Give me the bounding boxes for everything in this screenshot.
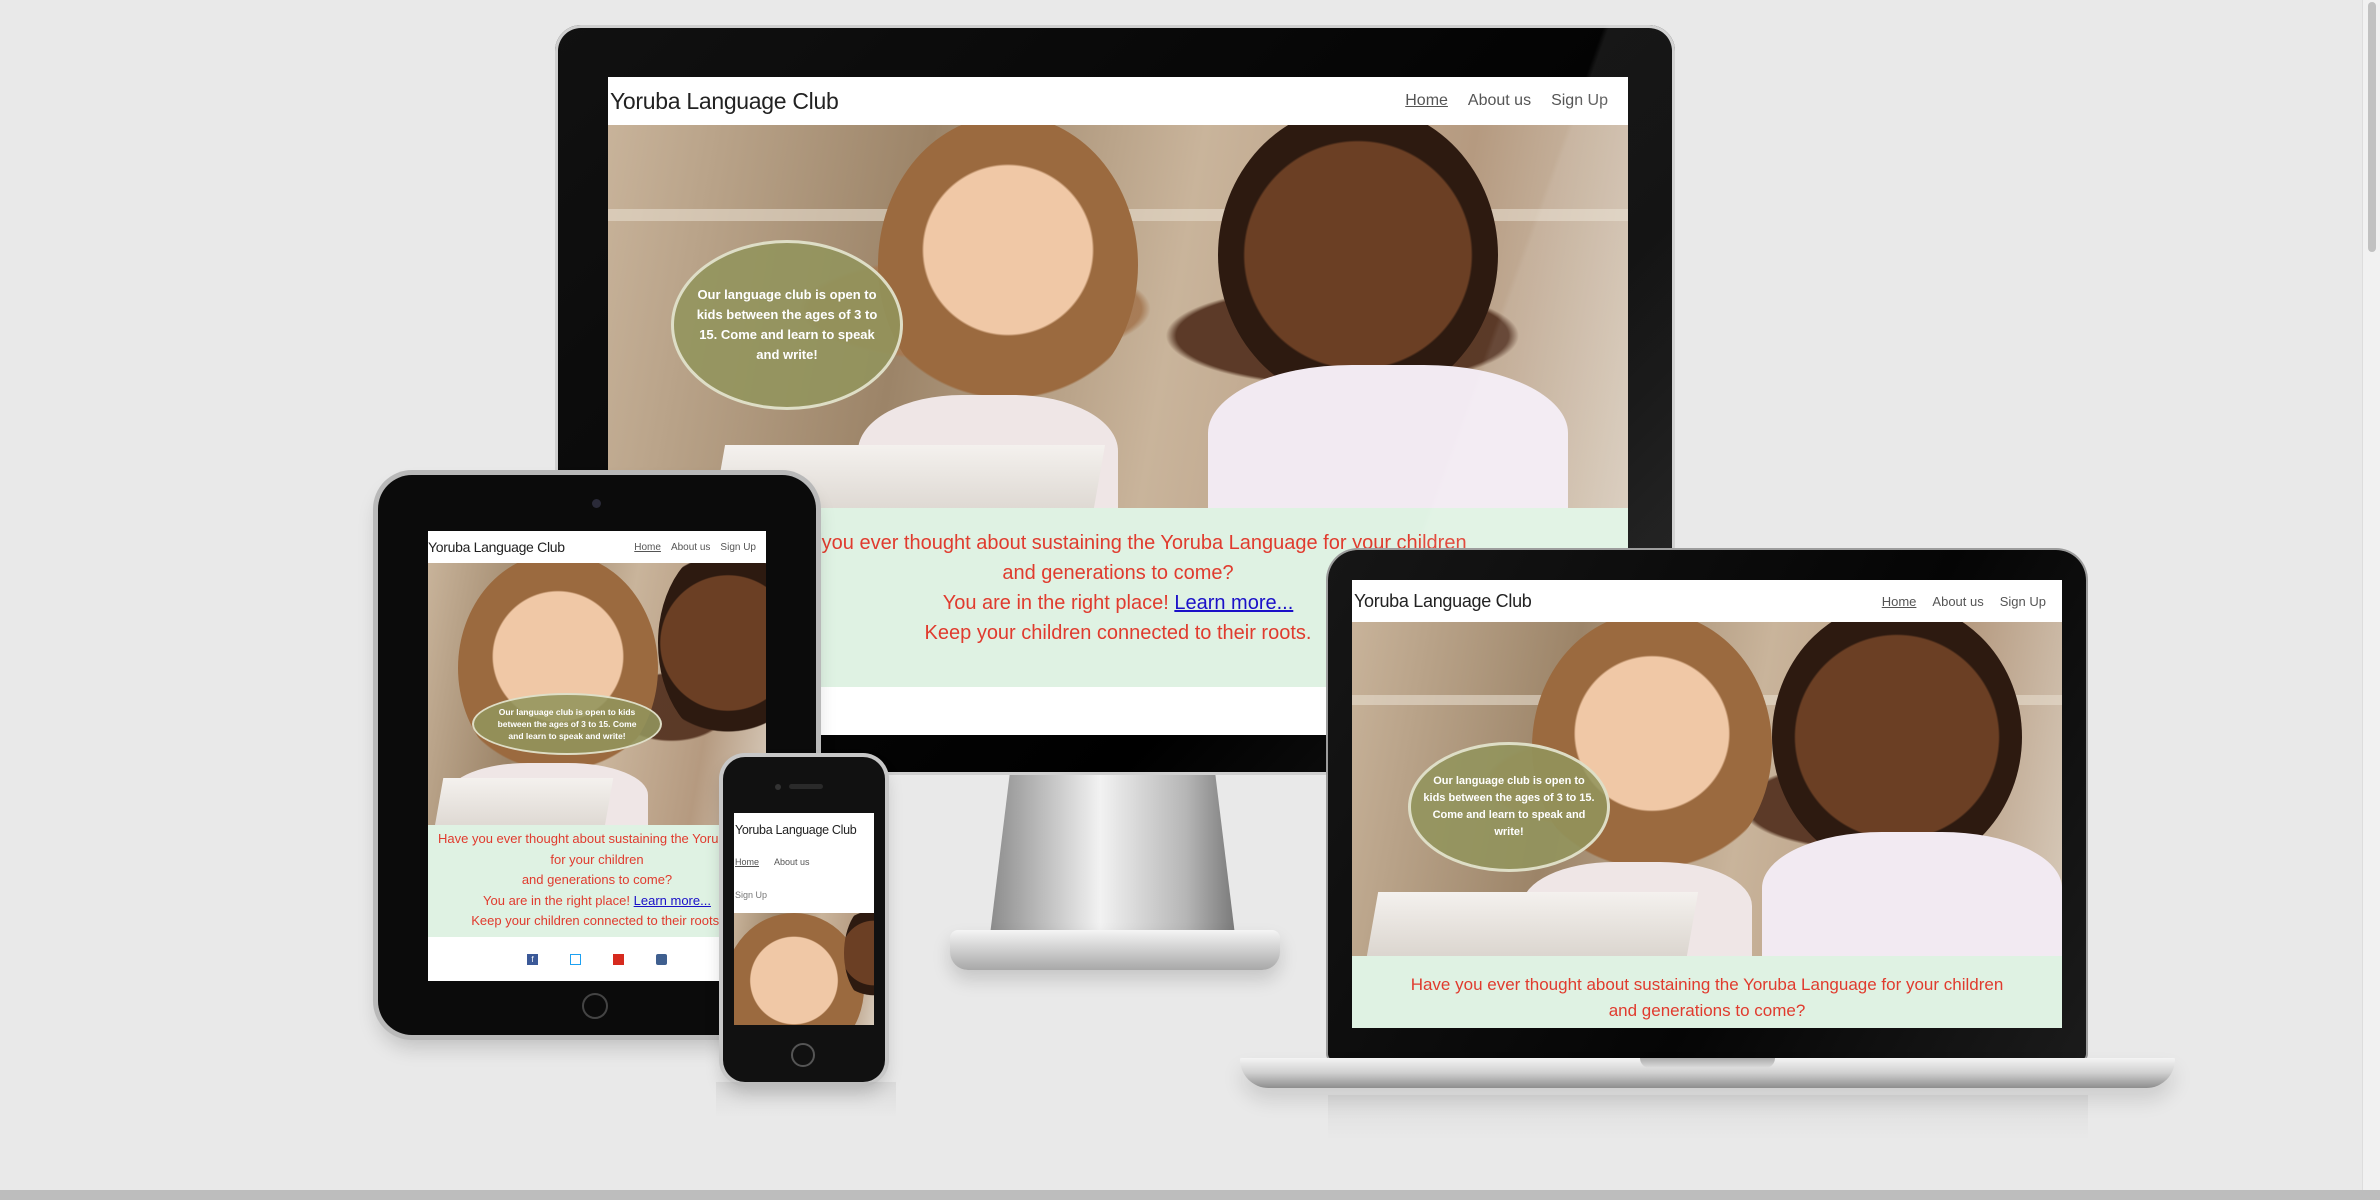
learn-more-link[interactable]: Learn more... [1174,592,1293,614]
phone-screen: Yoruba Language Club Home About us Sign … [734,813,874,1025]
laptop-hero-line-2: and generations to come? [1608,1001,1806,1020]
monitor-stand [990,775,1235,935]
laptop-hero-message: Have you ever thought about sustaining t… [1352,956,2062,1028]
tablet-hero-line-3: You are in the right place! [483,892,630,908]
site-logo[interactable]: Yoruba Language Club [610,88,839,115]
twitter-icon[interactable] [570,953,581,965]
laptop: Yoruba Language Club Home About us Sign … [1328,550,2086,1060]
tablet-hero-message: Have you ever thought about sustaining t… [428,825,766,937]
phone-nav-sign-up[interactable]: Sign Up [735,890,767,900]
nav-home[interactable]: Home [1405,92,1448,110]
hero-line-3: You are in the right place! [942,592,1169,614]
tablet-home-button[interactable] [582,993,608,1019]
tablet-camera [592,499,601,508]
phone-nav-about-us[interactable]: About us [774,857,810,867]
monitor-base [950,930,1280,970]
tablet-navbar: Yoruba Language Club Home About us Sign … [428,531,766,563]
tablet-hero-bubble: Our language club is open to kids betwee… [472,693,662,755]
laptop-notch [1640,1058,1775,1068]
page-scrollbar[interactable] [2362,0,2380,1190]
tablet-learn-more-link[interactable]: Learn more... [634,893,711,908]
tablet-nav-sign-up[interactable]: Sign Up [720,542,756,553]
tablet-hero-line-4: Keep your children connected to their ro… [471,913,723,928]
scrollbar-thumb[interactable] [2368,2,2376,252]
bottom-bar [0,1190,2380,1200]
youtube-icon[interactable] [613,953,624,965]
phone-site-logo[interactable]: Yoruba Language Club [735,823,857,837]
phone-hero-image [734,913,874,1025]
phone: Yoruba Language Club Home About us Sign … [723,757,885,1082]
laptop-hero-line-1: Have you ever thought about sustaining t… [1410,975,2004,994]
tablet-nav-links: Home About us Sign Up [634,542,756,553]
nav-about-us[interactable]: About us [1468,92,1531,110]
tablet-hero-line-1: Have you ever thought about sustaining t… [438,831,759,846]
laptop-nav-sign-up[interactable]: Sign Up [2000,594,2046,609]
facebook-icon[interactable]: f [527,953,538,965]
tablet-nav-home[interactable]: Home [634,542,661,553]
desktop-nav-links: Home About us Sign Up [1405,92,1608,110]
tablet-hero-image: Our language club is open to kids betwee… [428,563,766,825]
laptop-nav-home[interactable]: Home [1882,594,1917,609]
tablet-hero-line-2: and generations to come? [521,872,673,887]
phone-nav-home[interactable]: Home [735,857,759,867]
laptop-hero-image: Our language club is open to kids betwee… [1352,622,2062,956]
phone-navbar: Yoruba Language Club Home About us Sign … [734,813,874,913]
hero-bubble: Our language club is open to kids betwee… [671,240,903,410]
desktop-navbar: Yoruba Language Club Home About us Sign … [608,77,1628,125]
tablet-site-logo[interactable]: Yoruba Language Club [428,539,565,555]
laptop-nav-about-us[interactable]: About us [1932,594,1983,609]
phone-home-button[interactable] [791,1043,815,1067]
instagram-icon[interactable] [656,953,667,965]
laptop-site-logo[interactable]: Yoruba Language Club [1354,591,1532,612]
tablet-hero-line-1b: for your children [550,851,644,867]
nav-sign-up[interactable]: Sign Up [1551,92,1608,110]
laptop-screen: Yoruba Language Club Home About us Sign … [1352,580,2062,1028]
tablet-screen: Yoruba Language Club Home About us Sign … [428,531,766,981]
tablet-nav-about-us[interactable]: About us [671,542,710,553]
laptop-nav-links: Home About us Sign Up [1882,594,2046,609]
laptop-hero-bubble: Our language club is open to kids betwee… [1408,742,1610,872]
laptop-navbar: Yoruba Language Club Home About us Sign … [1352,580,2062,622]
tablet-footer-social: f [428,937,766,981]
hero-image: Our language club is open to kids betwee… [608,125,1628,508]
phone-camera [775,784,781,790]
phone-speaker [789,784,823,789]
